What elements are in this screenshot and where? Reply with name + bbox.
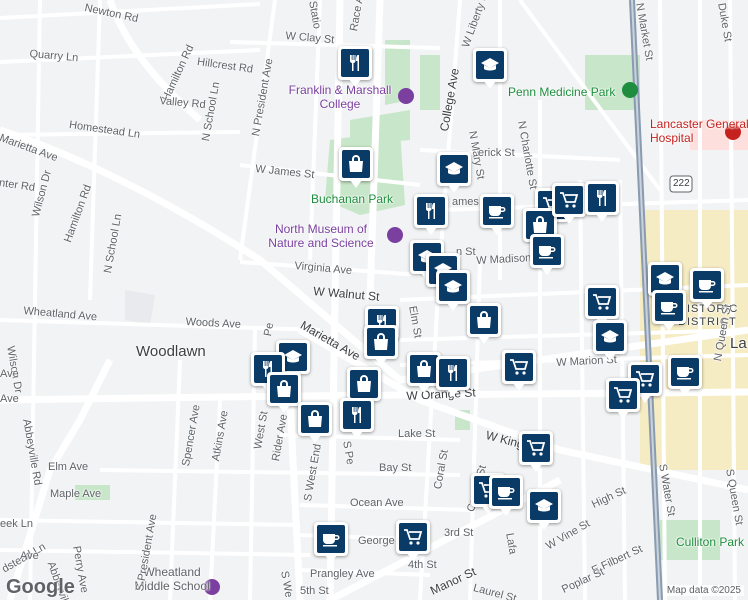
school-icon [439,273,467,301]
shopping-marker-marietta[interactable] [364,325,398,367]
street-label: 3rd St [444,527,474,539]
cafe-marker-george[interactable] [314,522,348,564]
restaurant-marker-market[interactable] [585,181,619,223]
school-icon [476,51,504,79]
street-label: Ocean Ave [350,497,404,509]
restaurant-icon [343,401,371,429]
school-icon [440,155,468,183]
restaurant-marker-orange-w[interactable] [340,398,374,440]
restaurant-icon [588,184,616,212]
grocery-marker-orange-e2[interactable] [606,378,640,420]
google-logo: Google [6,576,75,598]
grocery-marker-king[interactable] [519,431,553,473]
grocery-cart-icon [588,288,616,316]
grocery-cart-icon [399,523,427,551]
cafe-icon [317,525,345,553]
grocery-cart-icon [609,381,637,409]
cafe-icon [693,271,721,299]
grocery-cart-icon [555,186,583,214]
shopping-marker-west-end[interactable] [298,402,332,444]
school-marker-vine[interactable] [527,489,561,531]
cafe-icon [533,237,561,265]
school-marker-marion[interactable] [593,320,627,362]
cafe-marker-orange-e[interactable] [668,355,702,397]
cafe-marker-duke[interactable] [690,268,724,310]
cafe-icon [655,293,683,321]
street-label: Elm Ave [48,461,89,473]
shopping-bag-icon [350,370,378,398]
restaurant-icon [417,197,445,225]
grocery-cart-icon [505,353,533,381]
school-icon [530,492,558,520]
grocery-marker-marion[interactable] [502,350,536,392]
area-label-woodlawn: Woodlawn [136,343,206,360]
cafe-marker-james-1[interactable] [480,194,514,236]
map-canvas[interactable]: Woodlawn Lancaster General Hospital Penn… [0,0,748,600]
cafe-marker-madison[interactable] [530,234,564,276]
street-label: Prangley Ave [310,568,375,580]
grocery-marker-george[interactable] [396,520,430,562]
restaurant-marker-james[interactable] [414,194,448,236]
street-label: Ave [0,368,19,380]
street-label: Ave [20,550,39,562]
shopping-marker-lemon[interactable] [467,303,501,345]
street-label: Bay St [379,462,412,474]
school-marker-frederick[interactable] [437,152,471,194]
shopping-bag-icon [470,306,498,334]
cafe-marker-crystal[interactable] [489,475,523,517]
area-label-north-museum: North Museum of Nature and Science [268,222,374,250]
shopping-bag-icon [301,405,329,433]
map-attribution[interactable]: Map data ©2025 [663,585,744,596]
street-label: Pe [262,321,277,338]
school-icon [596,323,624,351]
restaurant-icon [341,49,369,77]
shopping-bag-icon [410,355,438,383]
cafe-icon [671,358,699,386]
area-label-buchanan-park: Buchanan Park [311,192,394,206]
street-label: Lake St [398,428,436,440]
school-icon [651,265,679,293]
area-label-penn-medicine-park: Penn Medicine Park [508,85,616,99]
restaurant-marker-orange[interactable] [436,356,470,398]
grocery-cart-icon [522,434,550,462]
shopping-marker-woodlawn[interactable] [267,372,301,414]
grocery-marker-market-1[interactable] [552,183,586,225]
street-label: Maple Ave [50,488,102,500]
school-marker-walnut-3[interactable] [436,270,470,312]
cafe-icon [483,197,511,225]
area-label-culliton-park: Culliton Park [676,535,745,549]
cafe-icon [492,478,520,506]
area-label-lancaster-general-hospital: Lancaster General Hospital [650,117,748,145]
shopping-bag-icon [270,375,298,403]
street-label: Ave [0,393,19,405]
shopping-bag-icon [342,150,370,178]
area-label-lancaster-edge: La [730,335,747,352]
restaurant-icon [439,359,467,387]
street-label: erick St [478,147,515,159]
school-marker-penn-medicine[interactable] [473,48,507,90]
restaurant-marker-race-ave[interactable] [338,46,372,88]
shopping-marker-buchanan[interactable] [339,147,373,189]
street-label: eek Ln [0,518,34,530]
route-222-label: 222 [673,178,690,189]
shopping-bag-icon [367,328,395,356]
cafe-marker-queen-2[interactable] [652,290,686,332]
street-label: 5th St [300,585,329,597]
